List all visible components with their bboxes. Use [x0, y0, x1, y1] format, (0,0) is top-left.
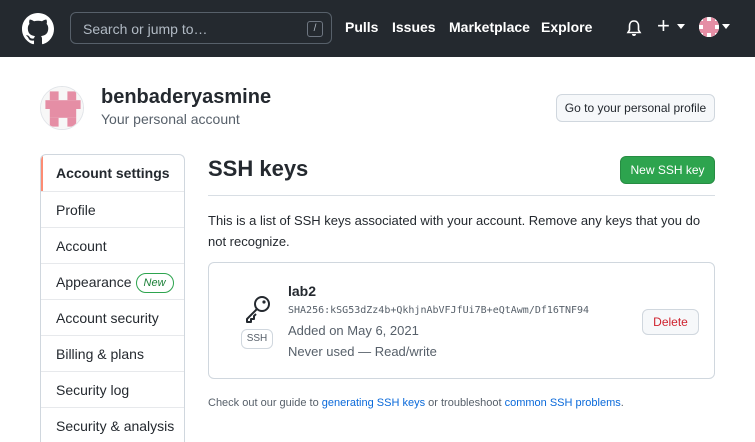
title-divider: [208, 195, 715, 196]
user-menu-caret-icon[interactable]: [722, 24, 730, 29]
sidebar-item-label: Appearance: [56, 274, 132, 290]
search-shortcut-key: /: [307, 21, 323, 37]
settings-sidebar: Account settings Profile Account Appeara…: [40, 154, 185, 442]
new-ssh-key-button[interactable]: New SSH key: [620, 156, 715, 184]
ssh-keys-description: This is a list of SSH keys associated wi…: [208, 213, 701, 249]
sidebar-item-security-log[interactable]: Security log: [41, 371, 184, 407]
help-note-prefix: Check out our guide to: [208, 397, 322, 409]
key-fingerprint: SHA256:kSG53dZz4b+QkhjnAbVFJfUi7B+eQtAwm…: [288, 305, 590, 316]
sidebar-item-appearance[interactable]: Appearance New: [41, 263, 184, 299]
account-subtitle: Your personal account: [101, 111, 240, 127]
key-added-date: Added on May 6, 2021: [288, 323, 419, 338]
search-input[interactable]: Search or jump to… /: [70, 12, 332, 44]
ssh-key-item: SSH lab2 SHA256:kSG53dZz4b+QkhjnAbVFJfUi…: [208, 262, 715, 379]
generating-ssh-keys-link[interactable]: generating SSH keys: [322, 397, 425, 409]
user-avatar-menu[interactable]: [699, 17, 719, 37]
sidebar-item-billing[interactable]: Billing & plans: [41, 335, 184, 371]
notifications-bell-icon[interactable]: [626, 19, 642, 37]
new-badge: New: [135, 273, 174, 294]
create-new-caret-icon[interactable]: [677, 24, 685, 29]
key-title: lab2: [288, 283, 317, 299]
sidebar-item-account-settings[interactable]: Account settings: [41, 155, 184, 191]
github-logo-icon[interactable]: [22, 13, 54, 45]
sidebar-item-profile[interactable]: Profile: [41, 191, 184, 227]
help-note-suffix: .: [620, 397, 624, 409]
identicon-small-icon: [699, 17, 719, 37]
avatar: [40, 86, 84, 130]
sidebar-item-account-security[interactable]: Account security: [41, 299, 184, 335]
identicon-icon: [41, 87, 83, 129]
sidebar-item-account[interactable]: Account: [41, 227, 184, 263]
help-note-middle: or troubleshoot: [425, 397, 505, 409]
common-ssh-problems-link[interactable]: common SSH problems: [505, 397, 621, 409]
sidebar-item-security-analysis[interactable]: Security & analysis: [41, 407, 184, 442]
key-icon: [246, 296, 270, 323]
account-username: benbaderyasmine: [101, 86, 272, 108]
help-note: Check out our guide to generating SSH ke…: [208, 397, 624, 409]
create-new-plus-icon[interactable]: +: [657, 15, 670, 37]
top-navigation-bar: Search or jump to… / Pulls Issues Market…: [0, 0, 755, 57]
go-to-profile-button[interactable]: Go to your personal profile: [556, 94, 715, 122]
key-usage-status: Never used — Read/write: [288, 344, 437, 359]
nav-pulls[interactable]: Pulls: [345, 19, 378, 35]
delete-key-button[interactable]: Delete: [642, 309, 699, 335]
search-placeholder: Search or jump to…: [83, 21, 208, 37]
page-title: SSH keys: [208, 156, 309, 181]
nav-explore[interactable]: Explore: [541, 19, 592, 35]
nav-marketplace[interactable]: Marketplace: [449, 19, 530, 35]
key-type-label: SSH: [241, 329, 273, 349]
nav-issues[interactable]: Issues: [392, 19, 436, 35]
